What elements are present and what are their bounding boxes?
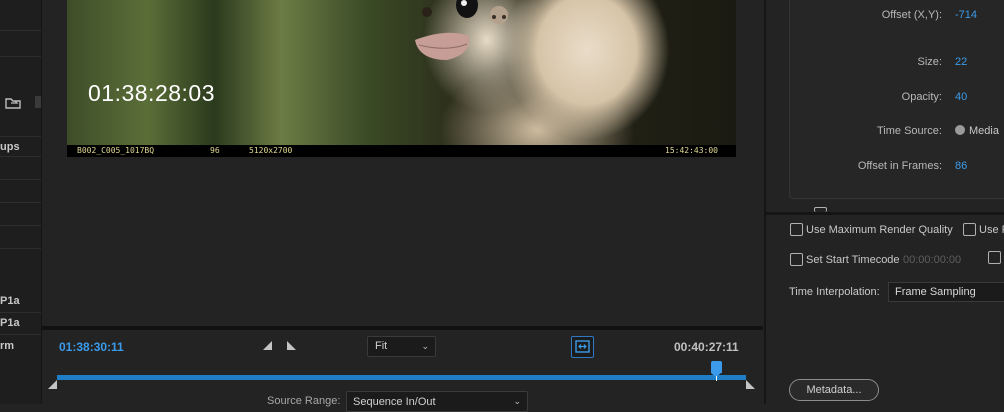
panel-divider — [766, 212, 1004, 215]
use-previews-label: Use F — [979, 224, 1004, 236]
monkey-face-illustration — [415, 0, 508, 60]
list-item[interactable]: P1a — [0, 295, 20, 307]
safe-margins-button[interactable] — [571, 336, 594, 358]
offset-value[interactable]: -714 — [955, 9, 977, 21]
panel-divider — [0, 312, 41, 313]
time-source-label: Time Source: — [876, 125, 942, 137]
mark-out-icon[interactable] — [287, 341, 296, 350]
overlay-resolution: 5120x2700 — [249, 146, 293, 155]
zoom-select[interactable]: Fit ⌄ — [367, 336, 436, 357]
offset-in-frames-value[interactable]: 86 — [955, 160, 967, 172]
duration-timecode: 00:40:27:11 — [674, 340, 739, 354]
render-alpha-checkbox[interactable] — [988, 251, 1001, 264]
timeline-scrubber[interactable] — [57, 375, 746, 380]
time-interpolation-value: Frame Sampling — [895, 286, 976, 298]
time-interpolation-label: Time Interpolation: — [789, 286, 880, 298]
trash-icon[interactable] — [35, 96, 41, 108]
panel-divider — [0, 156, 41, 157]
chevron-down-icon: ⌄ — [421, 341, 429, 351]
source-range-select[interactable]: Sequence In/Out ⌄ — [346, 391, 528, 412]
panel-divider — [0, 56, 41, 57]
chevron-down-icon: ⌄ — [513, 396, 521, 406]
panel-divider — [0, 225, 41, 226]
panel-divider — [0, 248, 41, 249]
use-previews-checkbox[interactable] — [963, 223, 976, 236]
time-source-media-label: Media — [969, 125, 999, 137]
overlay-bar — [67, 145, 736, 157]
overlay-timecode: 15:42:43:00 — [665, 146, 718, 155]
list-item[interactable]: P1a — [0, 317, 20, 329]
panel-divider — [0, 202, 41, 203]
folder-icon[interactable] — [5, 96, 21, 109]
mark-in-icon[interactable] — [263, 341, 272, 350]
max-render-quality-checkbox[interactable] — [790, 223, 803, 236]
panel-divider — [0, 136, 41, 137]
playhead-line — [716, 376, 718, 381]
burned-in-timecode: 01:38:28:03 — [88, 80, 216, 106]
time-source-media-radio[interactable] — [955, 125, 965, 135]
source-range-value: Sequence In/Out — [353, 396, 436, 408]
project-panel: ups P1a P1a rm — [0, 0, 42, 404]
time-interpolation-select[interactable]: Frame Sampling — [888, 282, 1004, 302]
in-point-marker-icon[interactable] — [48, 380, 57, 389]
playhead-handle[interactable] — [710, 361, 722, 377]
offset-in-frames-label: Offset in Frames: — [857, 160, 942, 172]
panel-divider — [0, 30, 41, 31]
start-timecode-field[interactable]: 00:00:00:00 — [903, 254, 961, 266]
overlay-value: 96 — [210, 146, 220, 155]
opacity-value[interactable]: 40 — [955, 91, 967, 103]
column-header-groups: ups — [0, 141, 20, 153]
metadata-button[interactable]: Metadata... — [789, 379, 879, 401]
opacity-label: Opacity: — [901, 91, 942, 103]
size-label: Size: — [917, 56, 942, 68]
offset-label: Offset (X,Y): — [881, 9, 942, 21]
panel-divider — [0, 179, 41, 180]
video-frame[interactable]: 01:38:28:03 B002_C005_1017BQ 96 5120x270… — [67, 0, 736, 157]
list-item[interactable]: rm — [0, 340, 14, 352]
playhead-timecode[interactable]: 01:38:30:11 — [59, 340, 124, 354]
size-value[interactable]: 22 — [955, 56, 967, 68]
source-range-label: Source Range: — [267, 395, 341, 407]
zoom-select-value: Fit — [375, 340, 388, 352]
set-start-timecode-checkbox[interactable] — [790, 253, 803, 266]
max-render-quality-label: Use Maximum Render Quality — [806, 224, 953, 236]
panel-divider — [0, 334, 41, 335]
monitor-divider — [42, 326, 763, 330]
overlay-clip-name: B002_C005_1017BQ — [77, 146, 155, 155]
out-point-marker-icon[interactable] — [746, 380, 755, 389]
set-start-timecode-label: Set Start Timecode — [806, 254, 900, 266]
safe-margins-icon — [575, 340, 590, 353]
